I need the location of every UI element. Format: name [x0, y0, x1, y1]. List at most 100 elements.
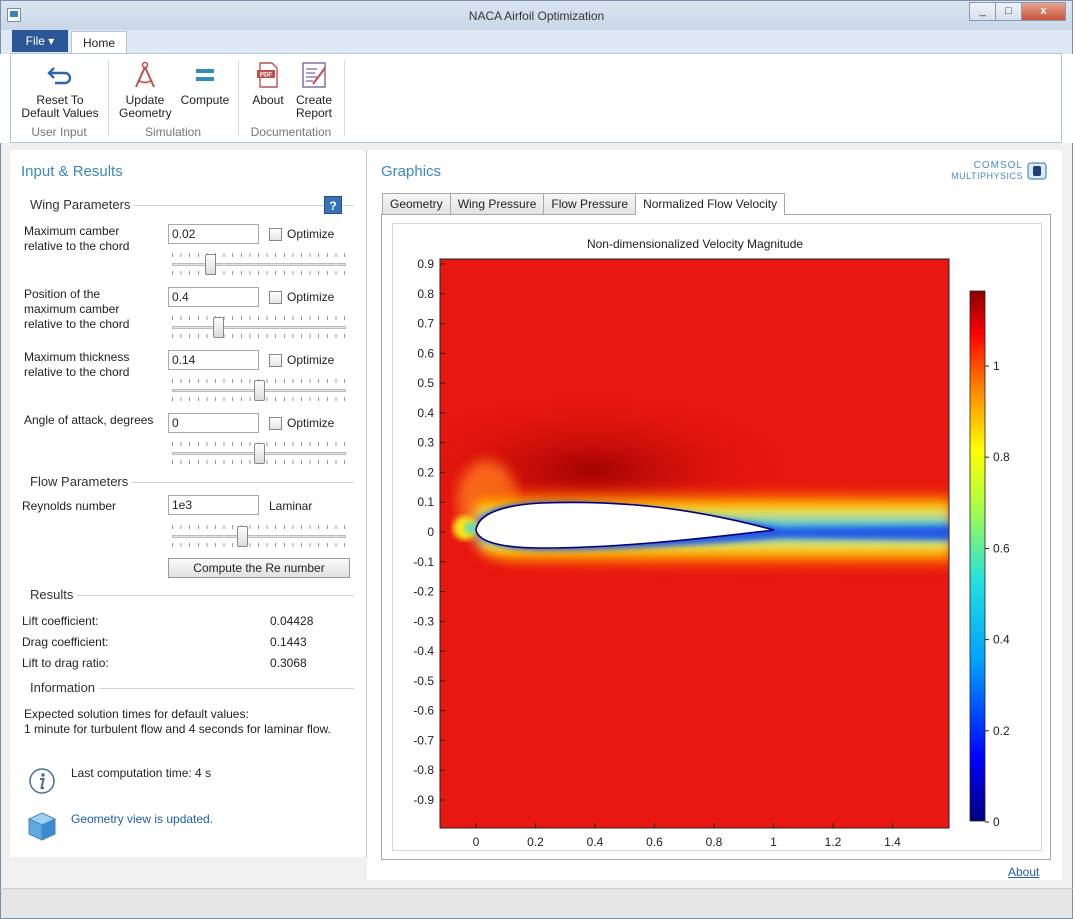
about-label: About	[252, 93, 284, 107]
colorbar-tick-label: 0.2	[993, 724, 1010, 738]
velocity-plot[interactable]: 0 0.2 0.4 0.6 0.8 1 1.2 1.4 0.9 0.8 0.7 0.6 0.5 0.4 0…	[392, 250, 1042, 850]
colorbar-axis: 1 0.8 0.6 0.4 0.2 0	[985, 359, 1010, 829]
file-menu-tab[interactable]: File ▾	[12, 30, 68, 52]
optimize-checkbox-camber-position[interactable]: Optimize	[269, 290, 334, 304]
title-bar: NACA Airfoil Optimization _ □ x	[0, 0, 1073, 30]
result-row-drag: Drag coefficient: 0.1443	[22, 635, 307, 649]
tab-flow-pressure[interactable]: Flow Pressure	[543, 193, 637, 214]
y-tick-label: 0.2	[417, 465, 434, 479]
x-tick-label: 0.2	[527, 835, 544, 849]
maximize-button[interactable]: □	[995, 2, 1022, 21]
camber-position-input[interactable]	[168, 287, 259, 307]
camber-position-slider[interactable]	[172, 316, 346, 338]
tab-normalized-flow-velocity[interactable]: Normalized Flow Velocity	[635, 193, 786, 215]
checkbox-box[interactable]	[269, 353, 282, 367]
help-button[interactable]: ?	[324, 196, 342, 214]
comsol-logo: COMSOL MULTIPHYSICS	[951, 160, 1023, 182]
y-tick-label: 0.9	[417, 257, 434, 271]
reset-defaults-button[interactable]: Reset To Default Values	[19, 60, 101, 120]
colorbar	[969, 290, 986, 822]
input-results-panel: Input & Results Wing Parameters ? Maximu…	[10, 150, 366, 857]
slider-thumb[interactable]	[253, 443, 265, 464]
flow-regime-label: Laminar	[269, 499, 313, 513]
reynolds-slider[interactable]	[172, 525, 346, 547]
checkbox-box[interactable]	[269, 416, 282, 430]
results-heading: Results	[16, 587, 354, 603]
home-tab[interactable]: Home	[71, 31, 127, 55]
x-tick-label: 1	[770, 835, 777, 849]
panel-title-input-results: Input & Results	[21, 163, 123, 180]
information-text: Expected solution times for default valu…	[24, 707, 331, 736]
reynolds-number-input[interactable]	[168, 495, 259, 515]
max-thickness-input[interactable]	[168, 350, 259, 370]
y-tick-label: -0.3	[413, 614, 434, 628]
plot-title: Non-dimensionalized Velocity Magnitude	[586, 237, 804, 251]
result-row-lift-drag: Lift to drag ratio: 0.3068	[22, 656, 307, 670]
y-tick-label: -0.5	[413, 674, 434, 688]
x-tick-label: 1.4	[884, 835, 901, 849]
tab-geometry[interactable]: Geometry	[382, 193, 451, 214]
geometry-cube-icon	[27, 812, 57, 841]
slider-thumb[interactable]	[212, 317, 224, 338]
param-label-camber-position: Position of the maximum camber relative to…	[24, 287, 130, 331]
result-row-lift: Lift coefficient: 0.04428	[22, 614, 314, 628]
max-camber-slider[interactable]	[172, 253, 346, 275]
ribbon-separator	[344, 60, 345, 136]
colorbar-tick-label: 0.8	[993, 450, 1010, 464]
report-icon	[302, 62, 326, 88]
y-tick-label: -0.4	[413, 644, 434, 658]
y-tick-label: 0.3	[417, 436, 434, 450]
optimize-checkbox-angle-of-attack[interactable]: Optimize	[269, 416, 334, 430]
slider-thumb[interactable]	[237, 526, 249, 547]
simulation-group: Update Geometry Compute Simulation	[109, 54, 237, 142]
checkbox-box[interactable]	[269, 227, 282, 241]
compute-label: Compute	[180, 93, 230, 107]
update-label-2: Geometry	[119, 106, 172, 120]
optimize-checkbox-max-thickness[interactable]: Optimize	[269, 353, 334, 367]
y-tick-label: 0.7	[417, 317, 434, 331]
user-input-group-label: User Input	[31, 125, 87, 139]
angle-of-attack-slider[interactable]	[172, 442, 346, 464]
y-tick-label: 0.5	[417, 376, 434, 390]
x-tick-label: 0.6	[646, 835, 663, 849]
y-tick-label: -0.7	[413, 733, 434, 747]
close-button[interactable]: x	[1021, 2, 1066, 21]
colorbar-tick-label: 0.6	[993, 541, 1010, 555]
create-report-button[interactable]: Create Report	[291, 60, 337, 120]
x-tick-label: 0	[473, 835, 480, 849]
y-tick-label: 0.8	[417, 287, 434, 301]
minimize-button[interactable]: _	[969, 2, 996, 21]
y-tick-label: -0.8	[413, 763, 434, 777]
checkbox-box[interactable]	[269, 290, 282, 304]
y-tick-label: 0.4	[417, 406, 434, 420]
optimize-checkbox-max-camber[interactable]: Optimize	[269, 227, 334, 241]
reset-label-2: Default Values	[21, 106, 99, 120]
about-ribbon-button[interactable]: PDF About	[247, 60, 289, 107]
param-label-max-camber: Maximum camber relative to the chord	[24, 224, 130, 253]
ribbon-tab-bar: File ▾ Home	[0, 30, 1073, 55]
undo-arrow-icon	[47, 67, 72, 85]
angle-of-attack-input[interactable]	[168, 413, 259, 433]
comsol-logo-icon	[1027, 162, 1047, 180]
slider-thumb[interactable]	[204, 254, 216, 275]
y-tick-label: -0.1	[413, 555, 434, 569]
max-thickness-slider[interactable]	[172, 379, 346, 401]
stagnation-core	[465, 522, 477, 534]
slider-thumb[interactable]	[253, 380, 265, 401]
tab-wing-pressure[interactable]: Wing Pressure	[449, 193, 545, 214]
compass-icon	[135, 61, 155, 88]
graphics-tab-bar: Geometry Wing Pressure Flow Pressure Nor…	[382, 193, 786, 215]
pdf-icon: PDF	[257, 62, 278, 88]
compute-re-button[interactable]: Compute the Re number	[168, 558, 350, 578]
ribbon: Reset To Default Values User Input Updat…	[10, 53, 1062, 143]
y-tick-label: -0.2	[413, 585, 434, 599]
update-geometry-button[interactable]: Update Geometry	[119, 60, 172, 120]
y-tick-label: 0.6	[417, 346, 434, 360]
about-link[interactable]: About	[1008, 865, 1039, 879]
max-camber-input[interactable]	[168, 224, 259, 244]
flow-parameters-heading: Flow Parameters	[16, 474, 354, 490]
documentation-group-label: Documentation	[250, 125, 332, 139]
compute-button[interactable]: Compute	[177, 60, 233, 107]
x-tick-label: 1.2	[825, 835, 842, 849]
svg-text:PDF: PDF	[260, 73, 272, 79]
